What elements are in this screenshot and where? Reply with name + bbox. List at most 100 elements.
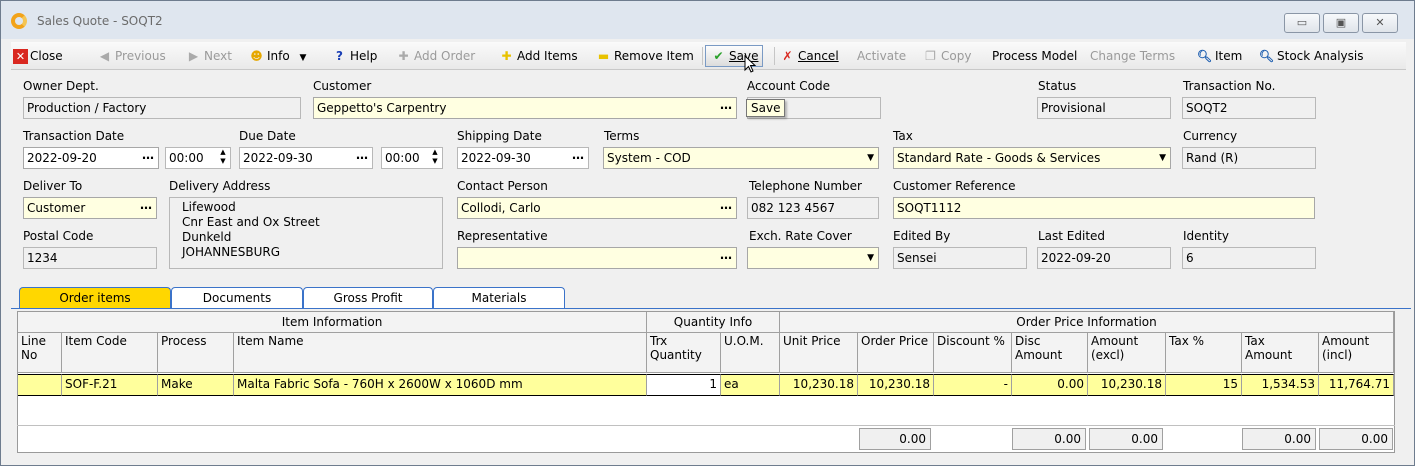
terms-select[interactable]: System - COD ▼ <box>603 147 879 169</box>
col-header-unit-price[interactable]: Unit Price <box>780 333 858 373</box>
toolbar-separator <box>702 47 703 65</box>
copy-icon: ❐ <box>925 49 936 63</box>
add-items-button[interactable]: ✚ Add Items <box>498 45 577 67</box>
close-window-button[interactable]: ✕ <box>1362 13 1398 33</box>
cell-tax-pct[interactable]: 15 <box>1166 374 1242 396</box>
dropdown-arrow-icon[interactable]: ▼ <box>867 148 874 168</box>
cell-line-no[interactable] <box>18 374 62 396</box>
minimize-button[interactable]: ▭ <box>1284 13 1320 33</box>
tax-select[interactable]: Standard Rate - Goods & Services ▼ <box>893 147 1171 169</box>
cell-uom[interactable]: ea <box>721 374 780 396</box>
terms-label: Terms <box>604 129 640 143</box>
contact-person-field[interactable]: Collodi, Carlo… <box>457 197 737 219</box>
close-button[interactable]: ✕ Close <box>13 45 63 67</box>
stock-analysis-button[interactable]: 🔍︎ Stock Analysis <box>1258 45 1364 67</box>
col-header-amount-incl[interactable]: Amount (incl) <box>1319 333 1394 373</box>
transaction-date-field[interactable]: 2022-09-20… <box>23 147 159 169</box>
cell-discount-pct[interactable]: - <box>934 374 1012 396</box>
smiley-icon: ☻ <box>250 49 263 63</box>
cell-order-price[interactable]: 10,230.18 <box>858 374 934 396</box>
lookup-icon[interactable]: … <box>140 198 153 215</box>
total-amount-incl: 0.00 <box>1319 428 1393 450</box>
account-code-label: Account Code <box>747 79 830 93</box>
process-model-button[interactable]: Process Model <box>992 45 1077 67</box>
terms-value: System - COD <box>607 151 691 165</box>
lookup-icon[interactable]: … <box>720 198 733 215</box>
tab-gross-profit[interactable]: Gross Profit <box>303 287 433 309</box>
spinner-icon[interactable]: ▲ ▼ <box>430 148 440 166</box>
status-field: Provisional <box>1037 97 1171 119</box>
cell-disc-amount[interactable]: 0.00 <box>1012 374 1088 396</box>
col-header-amount-excl[interactable]: Amount (excl) <box>1088 333 1166 373</box>
exch-rate-cover-select[interactable]: ▼ <box>747 247 879 269</box>
plus-icon: ✚ <box>398 49 409 63</box>
date-picker-icon[interactable]: … <box>572 148 585 165</box>
cell-tax-amount[interactable]: 1,534.53 <box>1242 374 1319 396</box>
deliver-to-field[interactable]: Customer… <box>23 197 157 219</box>
owner-dept-label: Owner Dept. <box>23 79 99 93</box>
col-header-order-price[interactable]: Order Price <box>858 333 934 373</box>
copy-button[interactable]: ❐ Copy <box>922 45 971 67</box>
cell-item-name[interactable]: Malta Fabric Sofa - 760H x 2600W x 1060D… <box>234 374 647 396</box>
status-label: Status <box>1038 79 1077 93</box>
due-time-field[interactable]: 00:00 ▲ ▼ <box>381 147 443 169</box>
group-header-price-info: Order Price Information <box>780 312 1394 333</box>
contact-person-label: Contact Person <box>457 179 548 193</box>
shipping-date-field[interactable]: 2022-09-30… <box>457 147 589 169</box>
shipping-date-label: Shipping Date <box>457 129 542 143</box>
date-picker-icon[interactable]: … <box>142 148 155 165</box>
cell-amount-incl[interactable]: 11,764.71 <box>1319 374 1394 396</box>
edited-by-label: Edited By <box>893 229 951 243</box>
total-order-price: 0.00 <box>859 428 931 450</box>
col-header-disc-amount[interactable]: Disc Amount <box>1012 333 1088 373</box>
previous-button[interactable]: ◀ Previous <box>96 45 166 67</box>
due-time-value: 00:00 <box>385 151 420 165</box>
info-dropdown-icon[interactable]: ▼ <box>300 53 307 63</box>
dropdown-arrow-icon[interactable]: ▼ <box>867 248 874 268</box>
col-header-line-no[interactable]: Line No <box>18 333 62 373</box>
cell-process[interactable]: Make <box>158 374 234 396</box>
col-header-item-name[interactable]: Item Name <box>234 333 647 373</box>
col-header-process[interactable]: Process <box>158 333 234 373</box>
maximize-button[interactable]: ▣ <box>1323 13 1359 33</box>
lookup-icon[interactable]: … <box>720 248 733 265</box>
col-header-tax-amount[interactable]: Tax Amount <box>1242 333 1319 373</box>
tab-materials[interactable]: Materials <box>433 287 565 309</box>
tab-documents[interactable]: Documents <box>171 287 303 309</box>
exch-rate-cover-label: Exch. Rate Cover <box>749 229 852 243</box>
plus-icon: ✚ <box>501 49 512 63</box>
info-button[interactable]: ☻ Info ▼ <box>248 45 306 67</box>
col-header-discount-pct[interactable]: Discount % <box>934 333 1012 373</box>
col-header-uom[interactable]: U.O.M. <box>721 333 780 373</box>
representative-field[interactable]: … <box>457 247 737 269</box>
delivery-address-box[interactable]: Lifewood Cnr East and Ox Street Dunkeld … <box>169 197 443 269</box>
tab-order-items[interactable]: Order items <box>19 287 171 309</box>
due-date-field[interactable]: 2022-09-30… <box>239 147 373 169</box>
cancel-button[interactable]: ✗ Cancel <box>779 45 838 67</box>
date-picker-icon[interactable]: … <box>356 148 369 165</box>
order-items-grid: Item Information Quantity Info Order Pri… <box>17 311 1395 453</box>
help-button[interactable]: ? Help <box>331 45 377 67</box>
col-header-item-code[interactable]: Item Code <box>62 333 158 373</box>
col-header-tax-pct[interactable]: Tax % <box>1166 333 1242 373</box>
activate-button[interactable]: Activate <box>857 45 906 67</box>
cell-item-code[interactable]: SOF-F.21 <box>62 374 158 396</box>
remove-item-button[interactable]: ▬ Remove Item <box>595 45 694 67</box>
cell-trx-quantity[interactable]: 1 <box>647 374 721 396</box>
dropdown-arrow-icon[interactable]: ▼ <box>1159 148 1166 168</box>
col-header-trx-quantity[interactable]: Trx Quantity <box>647 333 721 373</box>
cell-unit-price[interactable]: 10,230.18 <box>780 374 858 396</box>
transaction-time-field[interactable]: 00:00 ▲ ▼ <box>165 147 231 169</box>
next-button[interactable]: ▶ Next <box>185 45 232 67</box>
customer-field[interactable]: Geppetto's Carpentry… <box>313 97 737 119</box>
arrow-right-icon: ▶ <box>188 49 199 63</box>
lookup-icon[interactable]: … <box>720 98 733 115</box>
owner-dept-field: Production / Factory <box>23 97 301 119</box>
change-terms-button[interactable]: Change Terms <box>1090 45 1175 67</box>
item-button[interactable]: 🔍︎ Item <box>1196 45 1242 67</box>
customer-reference-field[interactable]: SOQT1112 <box>893 197 1315 219</box>
cell-amount-excl[interactable]: 10,230.18 <box>1088 374 1166 396</box>
spinner-icon[interactable]: ▲ ▼ <box>218 148 228 166</box>
total-disc-amount: 0.00 <box>1012 428 1086 450</box>
add-order-button[interactable]: ✚ Add Order <box>395 45 475 67</box>
